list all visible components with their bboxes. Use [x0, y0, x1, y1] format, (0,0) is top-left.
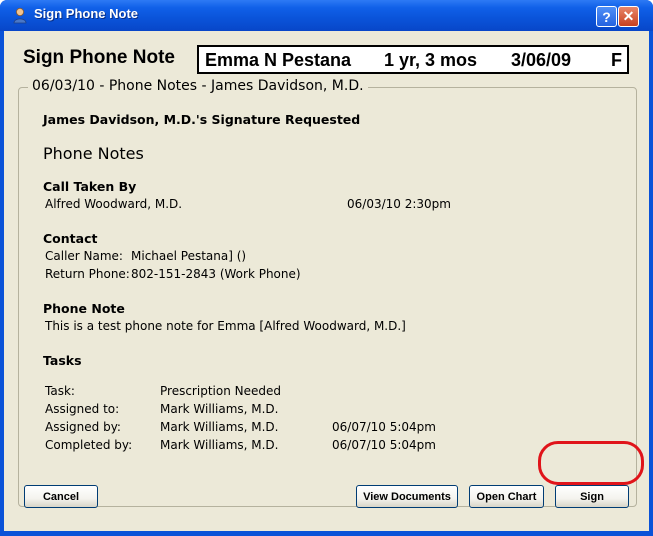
dialog-window: Sign Phone Note ? ✕ Sign Phone Note Emma…: [0, 0, 653, 536]
patient-age: 1 yr, 3 mos: [384, 50, 478, 70]
patient-sex: F: [611, 50, 622, 70]
window-title: Sign Phone Note: [34, 6, 138, 21]
sign-highlight-annotation: [538, 441, 644, 485]
note-heading: Phone Notes: [43, 144, 144, 163]
phone-note-group: 06/03/10 - Phone Notes - James Davidson,…: [18, 78, 637, 507]
call-taken-by-label: Call Taken By: [43, 179, 137, 194]
close-icon: ✕: [622, 8, 635, 24]
tasks-label: Tasks: [43, 353, 82, 368]
assigned-to-label: Assigned to:: [45, 402, 120, 416]
patient-dob: 3/06/09: [511, 50, 572, 70]
patient-banner: Emma N Pestana 1 yr, 3 mos 3/06/09 F: [197, 45, 629, 74]
contact-label: Contact: [43, 231, 98, 246]
open-chart-button[interactable]: Open Chart: [469, 485, 544, 508]
assigned-by-value: Mark Williams, M.D.: [160, 420, 279, 434]
caller-name-label: Caller Name:: [45, 249, 123, 263]
title-bar[interactable]: Sign Phone Note ? ✕: [0, 0, 653, 31]
task-label: Task:: [45, 384, 75, 398]
call-taken-datetime: 06/03/10 2:30pm: [347, 197, 451, 211]
assigned-by-label: Assigned by:: [45, 420, 121, 434]
task-value: Prescription Needed: [160, 384, 281, 398]
user-icon: [13, 8, 27, 24]
completed-by-label: Completed by:: [45, 438, 133, 452]
help-icon: ?: [602, 8, 611, 25]
assigned-to-value: Mark Williams, M.D.: [160, 402, 279, 416]
patient-name: Emma N Pestana: [205, 50, 352, 70]
sign-button[interactable]: Sign: [555, 485, 629, 508]
return-phone-value: 802-151-2843 (Work Phone): [131, 267, 301, 281]
call-taken-by-name: Alfred Woodward, M.D.: [45, 197, 183, 211]
phone-note-label: Phone Note: [43, 301, 125, 316]
help-button[interactable]: ?: [596, 6, 617, 27]
view-documents-button[interactable]: View Documents: [356, 485, 458, 508]
return-phone-label: Return Phone:: [45, 267, 130, 281]
completed-by-value: Mark Williams, M.D.: [160, 438, 279, 452]
cancel-button[interactable]: Cancel: [24, 485, 98, 508]
completed-by-date: 06/07/10 5:04pm: [332, 438, 436, 452]
page-title: Sign Phone Note: [23, 47, 175, 68]
assigned-by-date: 06/07/10 5:04pm: [332, 420, 436, 434]
caller-name-value: Michael Pestana] (): [131, 249, 247, 263]
phone-note-text: This is a test phone note for Emma [Alfr…: [45, 319, 406, 333]
signature-request: James Davidson, M.D.'s Signature Request…: [43, 112, 361, 127]
close-button[interactable]: ✕: [618, 6, 639, 27]
group-legend: 06/03/10 - Phone Notes - James Davidson,…: [28, 78, 368, 94]
